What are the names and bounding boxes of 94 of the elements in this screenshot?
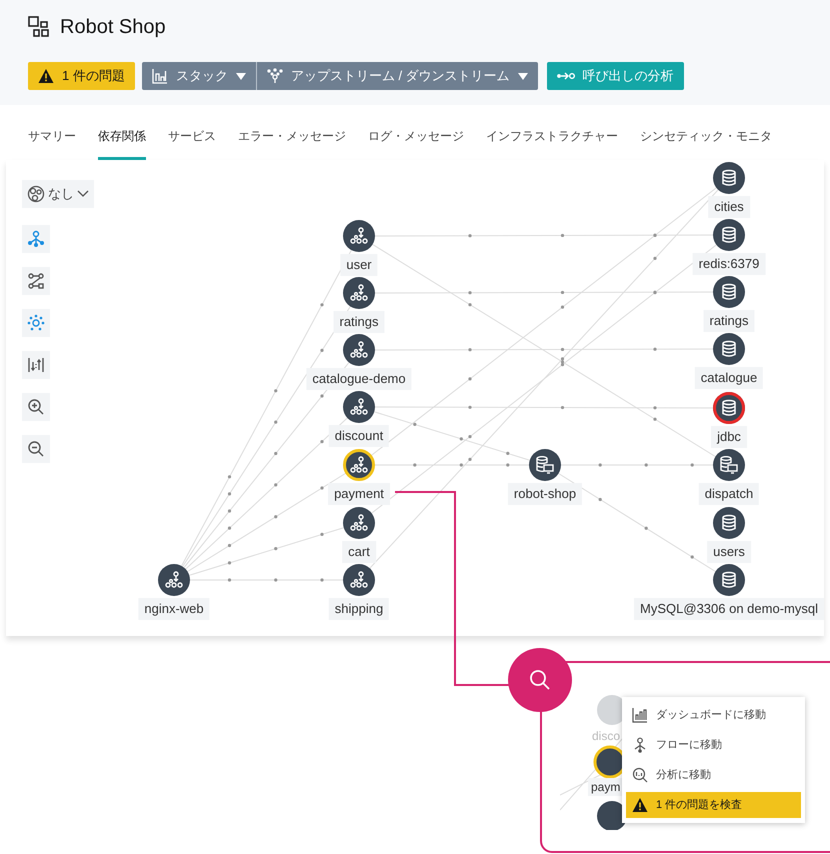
node-label: nginx-web	[138, 598, 210, 620]
graph-node[interactable]	[713, 276, 745, 308]
preview-node-label: paym	[588, 778, 624, 796]
caret-icon	[518, 72, 528, 80]
node-label: user	[340, 254, 378, 276]
graph-node[interactable]	[713, 507, 745, 539]
service-icon	[349, 513, 369, 533]
graph-tool-button[interactable]	[22, 309, 50, 337]
graph-node[interactable]	[713, 564, 745, 596]
database-icon	[720, 283, 738, 301]
call-icon	[556, 71, 575, 81]
service-icon	[164, 570, 184, 590]
node-label: users	[707, 541, 751, 563]
database-icon	[720, 169, 738, 187]
database-server-icon	[719, 455, 739, 475]
graph-tool-button[interactable]	[22, 393, 50, 421]
analysis-icon	[632, 767, 648, 783]
direction-dropdown[interactable]: アップストリーム / ダウンストリーム	[256, 62, 538, 90]
zoom-out-icon	[27, 440, 45, 458]
graph-node[interactable]	[343, 564, 375, 596]
graph-node[interactable]	[713, 333, 745, 365]
stack-chart-icon	[152, 68, 168, 84]
graph-node[interactable]	[713, 219, 745, 251]
node-label: jdbc	[711, 426, 747, 448]
node-label: shipping	[328, 598, 390, 620]
flow-icon	[27, 230, 45, 248]
graph-tool-button[interactable]	[22, 225, 50, 253]
node-label: MySQL@3306 on demo-mysql	[634, 598, 824, 620]
tab[interactable]: インフラストラクチャー	[486, 127, 618, 160]
service-icon	[349, 455, 369, 475]
menu-item[interactable]: 1 件の問題を検査	[626, 792, 801, 818]
service-icon	[349, 340, 369, 360]
search-icon	[528, 668, 552, 692]
sort-icon	[27, 356, 45, 374]
globe-icon	[27, 185, 45, 203]
node-label: robot-shop	[508, 483, 582, 505]
database-icon	[720, 399, 738, 417]
warning-icon	[632, 797, 648, 813]
warning-icon	[38, 68, 54, 84]
graph-tool-button[interactable]	[22, 435, 50, 463]
database-icon	[720, 340, 738, 358]
node-label: cities	[708, 196, 750, 218]
graph-node[interactable]	[343, 449, 375, 481]
graph-node[interactable]	[343, 334, 375, 366]
node-label: discount	[328, 425, 390, 447]
node-label: redis:6379	[692, 253, 766, 275]
tab[interactable]: サマリー	[28, 127, 76, 160]
database-icon	[720, 514, 738, 532]
zoom-in-icon	[27, 398, 45, 416]
stack-dropdown[interactable]: スタック	[142, 62, 257, 90]
graph-node[interactable]	[343, 220, 375, 252]
preview-node-label: disco	[592, 728, 620, 745]
tab[interactable]: ログ・メッセージ	[368, 127, 464, 160]
node-label: ratings	[703, 310, 755, 332]
graph-node[interactable]	[343, 391, 375, 423]
database-server-icon	[535, 455, 555, 475]
node-label: ratings	[333, 311, 385, 333]
grouping-dropdown[interactable]: なし	[22, 180, 94, 208]
menu-item[interactable]: フローに移動	[626, 732, 801, 758]
service-icon	[349, 397, 369, 417]
bar-chart-icon	[632, 707, 648, 723]
database-icon	[720, 226, 738, 244]
graph-node[interactable]	[343, 277, 375, 309]
service-icon	[349, 570, 369, 590]
chevron-down-icon	[77, 190, 89, 198]
issues-button[interactable]: 1 件の問題	[28, 62, 135, 90]
graph-tool-button[interactable]	[22, 351, 50, 379]
tab[interactable]: シンセティック・モニタ	[640, 127, 772, 160]
graph-node[interactable]	[158, 564, 190, 596]
node-label: payment	[328, 483, 390, 505]
graph-node[interactable]	[713, 449, 745, 481]
caret-icon	[236, 72, 246, 80]
graph-node[interactable]	[713, 392, 745, 424]
flow-icon	[632, 737, 648, 753]
graph-node[interactable]	[713, 162, 745, 194]
menu-item[interactable]: ダッシュボードに移動	[626, 702, 801, 728]
page-title: Robot Shop	[60, 15, 166, 40]
service-icon	[349, 283, 369, 303]
node-label: catalogue-demo	[306, 368, 412, 390]
graph-node[interactable]	[529, 449, 561, 481]
menu-item[interactable]: 分析に移動	[626, 762, 801, 788]
database-icon	[720, 571, 738, 589]
app-icon	[28, 16, 50, 38]
tab[interactable]: エラー・メッセージ	[238, 127, 346, 160]
route-icon	[27, 272, 45, 290]
node-label: catalogue	[694, 367, 764, 389]
node-label: cart	[342, 541, 376, 563]
node-label: dispatch	[698, 483, 760, 505]
service-icon	[349, 226, 369, 246]
graph-tool-button[interactable]	[22, 267, 50, 295]
cluster-icon	[27, 314, 45, 332]
branch-icon	[266, 68, 283, 84]
graph-node[interactable]	[343, 507, 375, 539]
tab[interactable]: サービス	[168, 127, 216, 160]
